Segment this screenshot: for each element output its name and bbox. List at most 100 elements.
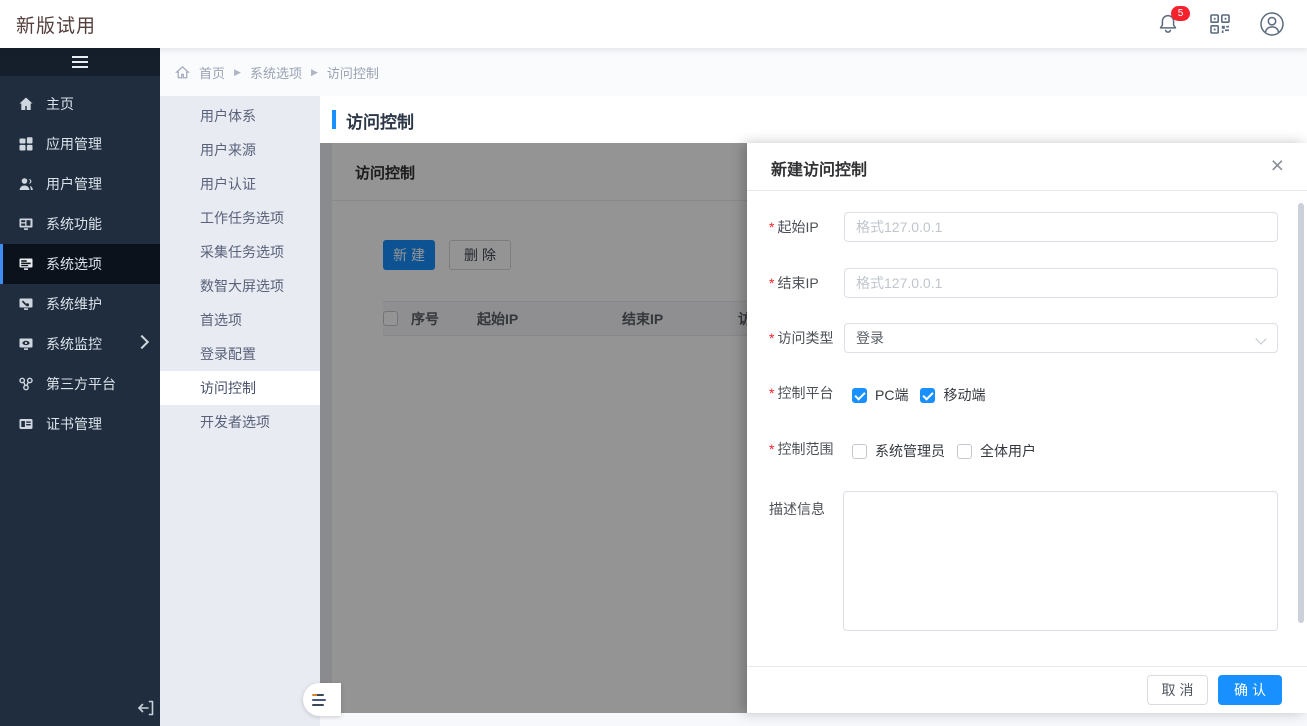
system-options-icon xyxy=(17,256,34,273)
end-ip-label: 结束IP xyxy=(777,275,818,291)
required-marker: * xyxy=(769,385,774,401)
breadcrumb-home-icon xyxy=(175,65,190,80)
title-accent-bar xyxy=(332,110,336,129)
description-textarea[interactable] xyxy=(843,491,1278,631)
home-icon xyxy=(17,96,34,113)
close-icon[interactable]: × xyxy=(1271,152,1284,178)
drawer-scrollbar-thumb[interactable] xyxy=(1298,203,1304,623)
drawer-title: 新建访问控制 xyxy=(771,156,867,180)
submenu-item-collect-task-options[interactable]: 采集任务选项 xyxy=(160,235,320,269)
submenu-item-preferences[interactable]: 首选项 xyxy=(160,303,320,337)
field-end-ip: *结束IP xyxy=(769,268,1278,298)
breadcrumb-item-home[interactable]: 首页 xyxy=(199,63,225,82)
notification-badge: 5 xyxy=(1171,6,1190,21)
submenu-item-user-auth[interactable]: 用户认证 xyxy=(160,167,320,201)
required-marker: * xyxy=(769,330,774,346)
submenu-item-user-source[interactable]: 用户来源 xyxy=(160,133,320,167)
end-ip-input[interactable] xyxy=(844,268,1278,298)
sidebar-collapse-button[interactable] xyxy=(135,697,157,719)
all-users-checkbox[interactable] xyxy=(957,444,972,459)
users-icon xyxy=(17,176,34,193)
main-sidebar: 主页 应用管理 用户管理 系统功能 系统选项 xyxy=(0,48,160,726)
control-platform-label: 控制平台 xyxy=(777,385,833,401)
system-maintenance-icon xyxy=(17,296,34,313)
mobile-checkbox-item[interactable]: 移动端 xyxy=(920,385,985,405)
access-type-label: 访问类型 xyxy=(777,330,833,346)
sidebar-item-system-functions[interactable]: 系统功能 xyxy=(0,204,160,244)
field-access-type: *访问类型 登录 xyxy=(769,323,1278,353)
breadcrumb-separator: ▶ xyxy=(234,67,241,78)
sidebar-collapse-toggle[interactable] xyxy=(0,48,160,76)
sysadmin-checkbox[interactable] xyxy=(852,444,867,459)
required-marker: * xyxy=(769,275,774,291)
mobile-checkbox[interactable] xyxy=(920,388,935,403)
cancel-button[interactable]: 取消 xyxy=(1147,675,1208,705)
page-title: 访问控制 xyxy=(346,108,414,133)
system-functions-icon xyxy=(17,216,34,233)
start-ip-input[interactable] xyxy=(844,212,1278,242)
sidebar-item-apps[interactable]: 应用管理 xyxy=(0,124,160,164)
sidebar-item-system-options[interactable]: 系统选项 xyxy=(0,244,160,284)
field-description: 描述信息 xyxy=(769,491,1278,631)
submenu-item-work-task-options[interactable]: 工作任务选项 xyxy=(160,201,320,235)
breadcrumb-item-access-control[interactable]: 访问控制 xyxy=(327,63,379,82)
drawer-footer: 取消 确认 xyxy=(747,666,1307,713)
sidebar-item-users[interactable]: 用户管理 xyxy=(0,164,160,204)
notification-bell-button[interactable]: 5 xyxy=(1155,11,1181,37)
control-scope-label: 控制范围 xyxy=(777,441,833,457)
avatar-icon xyxy=(1259,11,1285,37)
system-monitor-icon xyxy=(17,336,34,353)
all-users-checkbox-item[interactable]: 全体用户 xyxy=(957,441,1036,461)
breadcrumb-item-system-options[interactable]: 系统选项 xyxy=(250,63,302,82)
submenu-item-login-config[interactable]: 登录配置 xyxy=(160,337,320,371)
required-marker: * xyxy=(769,219,774,235)
pc-checkbox[interactable] xyxy=(852,388,867,403)
access-type-value: 登录 xyxy=(856,330,884,346)
pc-checkbox-item[interactable]: PC端 xyxy=(852,385,908,405)
sysadmin-checkbox-item[interactable]: 系统管理员 xyxy=(852,441,945,461)
apps-grid-icon xyxy=(17,136,34,153)
sidebar-item-system-maintenance[interactable]: 系统维护 xyxy=(0,284,160,324)
access-type-select[interactable]: 登录 xyxy=(844,323,1278,353)
breadcrumb-bar: 首页 ▶ 系统选项 ▶ 访问控制 xyxy=(160,48,1307,96)
sidebar-item-third-party[interactable]: 第三方平台 xyxy=(0,364,160,404)
horizontal-scrollbar-track[interactable] xyxy=(320,713,1307,726)
brand-title: 新版试用 xyxy=(16,11,96,38)
required-marker: * xyxy=(769,441,774,457)
secondary-sidebar: 用户体系 用户来源 用户认证 工作任务选项 采集任务选项 数智大屏选项 首选项 … xyxy=(160,96,320,726)
chevron-down-icon xyxy=(1255,333,1266,344)
start-ip-label: 起始IP xyxy=(777,219,818,235)
new-access-control-drawer: 新建访问控制 × *起始IP *结束IP *访问类型 登录 *控制平台 PC端 xyxy=(747,143,1307,713)
qr-code-icon xyxy=(1208,12,1232,36)
hamburger-icon xyxy=(72,56,88,68)
sidebar-item-certificates[interactable]: 证书管理 xyxy=(0,404,160,444)
all-users-checkbox-label: 全体用户 xyxy=(980,441,1036,461)
submenu-item-user-system[interactable]: 用户体系 xyxy=(160,99,320,133)
third-party-platform-icon xyxy=(17,376,34,393)
submenu-item-access-control[interactable]: 访问控制 xyxy=(160,371,320,405)
chevron-right-icon xyxy=(135,335,149,349)
pc-checkbox-label: PC端 xyxy=(875,385,908,405)
topbar: 新版试用 5 xyxy=(0,0,1307,48)
collapse-arrow-icon xyxy=(135,697,157,719)
handle-list-icon xyxy=(312,694,324,696)
sysadmin-checkbox-label: 系统管理员 xyxy=(875,441,945,461)
page-title-row: 访问控制 xyxy=(320,96,1307,143)
sidebar-item-system-monitor[interactable]: 系统监控 xyxy=(0,324,160,364)
field-control-scope: *控制范围 系统管理员 全体用户 xyxy=(769,441,1278,459)
content-area: 访问控制 访问控制 新建 删除 序号 起始IP 结束IP 访问类型 新建访问控制… xyxy=(320,96,1307,726)
field-control-platform: *控制平台 PC端 移动端 xyxy=(769,385,1278,403)
submenu-item-bigscreen-options[interactable]: 数智大屏选项 xyxy=(160,269,320,303)
qr-code-button[interactable] xyxy=(1207,11,1233,37)
sidebar-item-home[interactable]: 主页 xyxy=(0,84,160,124)
confirm-button[interactable]: 确认 xyxy=(1218,675,1282,705)
breadcrumb: 首页 ▶ 系统选项 ▶ 访问控制 xyxy=(160,48,1307,96)
submenu-item-developer-options[interactable]: 开发者选项 xyxy=(160,405,320,439)
certificate-icon xyxy=(17,416,34,433)
mobile-checkbox-label: 移动端 xyxy=(943,385,985,405)
floating-menu-handle[interactable] xyxy=(303,683,341,716)
description-label: 描述信息 xyxy=(769,501,825,517)
field-start-ip: *起始IP xyxy=(769,212,1278,242)
breadcrumb-separator: ▶ xyxy=(311,67,318,78)
user-avatar-button[interactable] xyxy=(1259,11,1285,37)
